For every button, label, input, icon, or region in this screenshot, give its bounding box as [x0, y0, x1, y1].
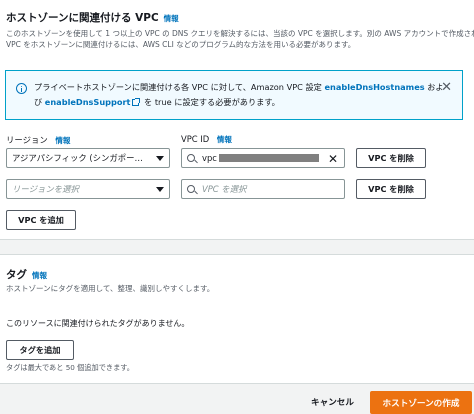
add-tag-button[interactable]: タグを追加: [6, 340, 74, 360]
external-link-icon[interactable]: [132, 98, 141, 106]
vpc-association-panel: ホストゾーンに関連付ける VPC 情報 このホストゾーンを使用して 1 つ以上の…: [0, 0, 474, 240]
remove-vpc-button-1[interactable]: VPC を削除: [356, 148, 426, 168]
alert-line-2: び enableDnsSupport を true に設定する必要があります。: [34, 96, 280, 108]
alert-text-1: プライベートホストゾーンに関連付ける各 VPC に対して、Amazon VPC …: [34, 82, 325, 92]
cancel-button[interactable]: キャンセル: [311, 396, 354, 408]
search-icon: [187, 154, 195, 162]
add-vpc-button[interactable]: VPC を追加: [6, 210, 76, 230]
alert-close-icon[interactable]: ✕: [441, 81, 452, 94]
clear-icon[interactable]: ✕: [328, 152, 338, 166]
region-select-2[interactable]: リージョンを選択: [6, 179, 170, 199]
tags-section-header: タグ 情報: [6, 267, 47, 282]
info-circle-icon: [16, 83, 27, 94]
caret-down-icon: [156, 156, 164, 161]
region-info-link[interactable]: 情報: [55, 136, 70, 145]
vpc-section-title: ホストゾーンに関連付ける VPC: [6, 12, 159, 24]
vpc-search-2-placeholder: VPC を選択: [202, 184, 247, 194]
create-hosted-zone-button[interactable]: ホストゾーンの作成: [370, 391, 472, 414]
vpc-search-1-value: vpc: [202, 153, 217, 163]
vpc-id-info-link[interactable]: 情報: [217, 135, 232, 144]
tags-section-description: ホストゾーンにタグを適用して、整理、識別しやすくします。: [6, 284, 215, 293]
redacted-vpc-id: [218, 154, 319, 162]
region-select-2-placeholder: リージョンを選択: [12, 184, 79, 194]
vpc-section-header: ホストゾーンに関連付ける VPC 情報: [6, 10, 179, 25]
region-select-1[interactable]: アジアパシフィック (シンガポー…: [6, 148, 170, 168]
vpc-section-description-2: VPC をホストゾーンに関連付けるには、AWS CLI などのプログラム的な方法…: [6, 40, 356, 49]
alert-text-2-tail: を true に設定する必要があります。: [141, 97, 280, 107]
region-select-1-value: アジアパシフィック (シンガポー…: [12, 153, 143, 163]
vpc-id-label-text: VPC ID: [181, 134, 210, 144]
vpc-search-2[interactable]: VPC を選択: [181, 179, 345, 199]
vpc-id-label: VPC ID 情報: [181, 134, 232, 145]
vpc-section-description-1: このホストゾーンを使用して 1 つ以上の VPC の DNS クエリを解決するに…: [6, 29, 474, 38]
tags-info-link[interactable]: 情報: [32, 270, 47, 281]
region-label: リージョン 情報: [6, 134, 70, 146]
remove-vpc-button-2[interactable]: VPC を削除: [356, 179, 426, 199]
tags-section-title: タグ: [6, 269, 27, 281]
alert-text-2-head: び: [34, 97, 45, 107]
alert-line-1: プライベートホストゾーンに関連付ける各 VPC に対して、Amazon VPC …: [34, 81, 444, 93]
vpc-info-link[interactable]: 情報: [164, 13, 179, 24]
enable-dns-hostnames-link[interactable]: enableDnsHostnames: [324, 82, 424, 92]
dns-settings-alert: プライベートホストゾーンに関連付ける各 VPC に対して、Amazon VPC …: [5, 70, 463, 120]
enable-dns-support-link[interactable]: enableDnsSupport: [45, 97, 131, 107]
vpc-search-1[interactable]: vpc ✕: [181, 148, 345, 168]
tag-limit-text: タグは最大であと 50 個追加できます。: [6, 363, 134, 372]
no-tags-message: このリソースに関連付けられたタグがありません。: [6, 319, 190, 328]
search-icon: [187, 185, 195, 193]
caret-down-icon: [156, 187, 164, 192]
region-label-text: リージョン: [6, 135, 48, 145]
tags-panel: タグ 情報 ホストゾーンにタグを適用して、整理、識別しやすくします。 このリソー…: [0, 254, 474, 384]
